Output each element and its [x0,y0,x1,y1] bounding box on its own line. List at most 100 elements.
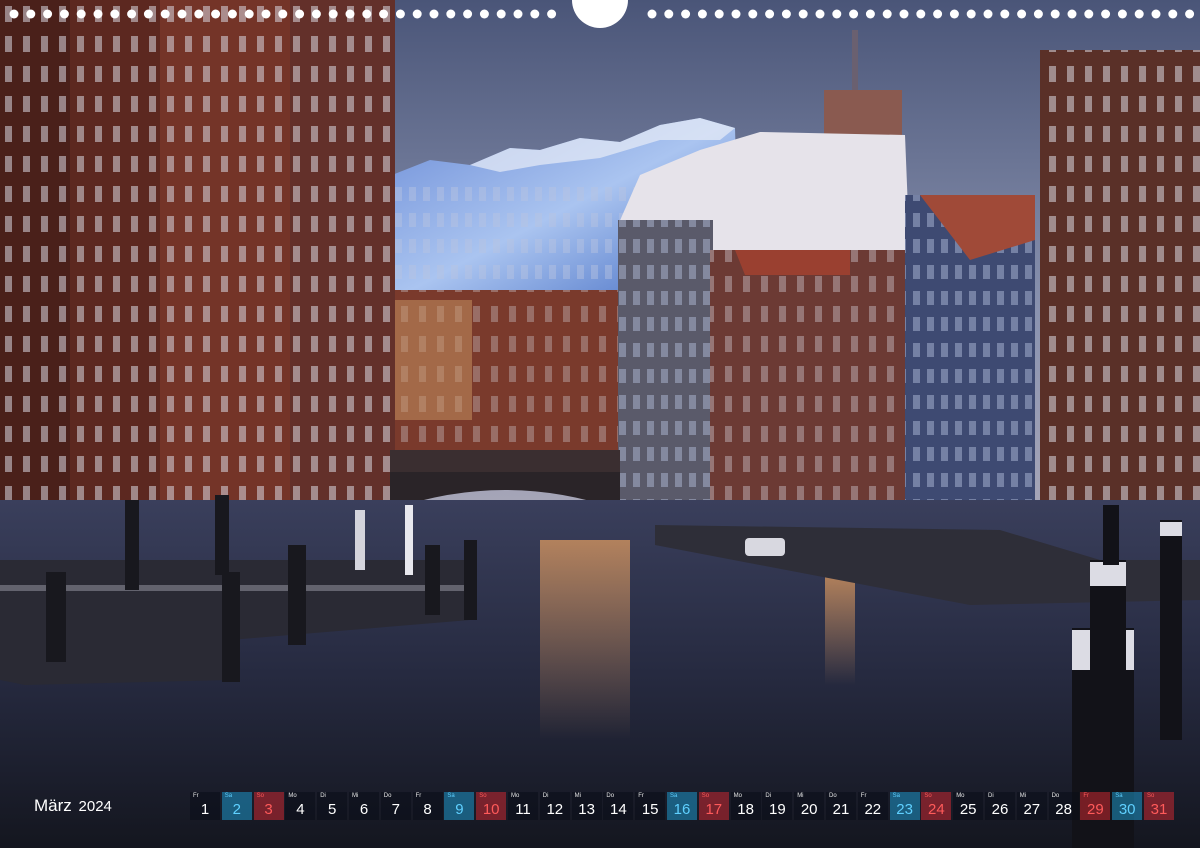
weekday-label: So [256,793,264,799]
day-cell: Fr 8 [412,792,443,820]
binding-hole [530,9,540,19]
binding-hole [295,9,305,19]
binding-hole [127,9,137,19]
day-number: 12 [546,801,564,818]
binding-hole [1084,9,1094,19]
binding-hole [949,9,959,19]
binding-hole [9,9,19,19]
day-number: 18 [737,801,754,818]
day-number: 24 [928,801,945,818]
binding-hole [832,9,842,19]
day-cell: Do 7 [380,792,411,820]
weekday-label: Sa [1115,793,1123,799]
year: 2024 [78,798,112,815]
binding-hole [194,9,204,19]
binding-hole [765,9,775,19]
binding-hole [697,9,707,19]
day-cell: Mi 6 [349,792,379,820]
binding-hole [1017,9,1027,19]
binding-hole [1185,9,1195,19]
day-cell: Sa 23 [889,792,920,820]
binding-hole [429,9,439,19]
binding-hole [966,9,976,19]
weekday-label: Sa [892,793,900,799]
binding-hole [177,9,187,19]
binding-hole [93,9,103,19]
day-number: 2 [232,801,241,818]
binding-hole [160,9,170,19]
day-cell: Di 26 [985,792,1015,820]
weekday-label: Di [320,793,326,799]
binding-hole [1033,9,1043,19]
calendar-strip: März 2024 Fr 1 Sa 2 So 3 Mo 4 Di 5 Mi 6 Do 7 Fr 8 Sa 9 So 1… [0,790,1200,822]
day-number: 23 [896,801,913,818]
day-cell: So 17 [698,792,729,820]
day-number: 13 [578,801,595,818]
day-number: 7 [391,801,400,818]
month-title: März 2024 [34,796,112,816]
binding-hole [1117,9,1127,19]
binding-hole [362,9,372,19]
binding-hole [731,9,741,19]
day-number: 8 [423,801,432,818]
weekday-label: Sa [670,793,678,799]
binding-hole [647,9,657,19]
calendar-page: März 2024 Fr 1 Sa 2 So 3 Mo 4 Di 5 Mi 6 Do 7 Fr 8 Sa 9 So 1… [0,0,1200,848]
day-cell: Sa 16 [667,792,697,820]
day-number: 31 [1150,801,1168,818]
day-cell: Sa 30 [1112,792,1143,820]
weekday-label: Di [542,793,549,799]
day-cell: Do 28 [1048,792,1079,820]
day-number: 25 [959,801,977,818]
weekday-label: Mi [352,793,359,799]
hanger-notch [572,0,628,28]
day-cell: So 3 [253,792,284,820]
binding-hole [211,9,221,19]
day-number: 3 [264,801,273,818]
weekday-label: Sa [224,793,233,799]
day-number: 19 [769,801,786,818]
binding-hole [983,9,993,19]
day-number: 20 [800,801,818,818]
day-cell: So 10 [476,792,507,820]
weekday-label: So [1147,793,1155,799]
binding-hole [1067,9,1077,19]
binding-hole [59,9,69,19]
binding-hole [781,9,791,19]
weekday-label: Fr [638,793,644,799]
binding-hole [1151,9,1161,19]
weekday-label: Mo [288,793,297,799]
weekday-label: So [701,793,710,799]
weekday-label: Fr [415,793,422,799]
canal-cityscape-photo [0,0,1200,848]
binding-hole [1168,9,1178,19]
binding-hole [26,9,36,19]
binding-hole [1000,9,1010,19]
binding-hole [748,9,758,19]
binding-hole [547,9,557,19]
day-cell: Sa 2 [221,792,252,820]
binding-hole [110,9,120,19]
day-number: 27 [1023,801,1041,818]
day-cell: So 24 [921,792,952,820]
day-cell: Mo 18 [730,792,761,820]
day-number: 14 [610,801,627,818]
day-cell: Do 14 [603,792,634,820]
day-number: 6 [359,801,369,818]
day-cell: Mo 25 [953,792,984,820]
weekday-label: Mi [574,793,581,799]
weekday-label: Mi [797,793,804,799]
day-number: 29 [1087,801,1104,818]
binding-hole [1134,9,1144,19]
day-number: 1 [200,801,210,818]
day-cell: Fr 29 [1080,792,1111,820]
binding-hole [463,9,473,19]
binding-hole [261,9,271,19]
weekday-label: Do [606,793,615,799]
day-cell: Sa 9 [444,792,475,820]
binding-hole [664,9,674,19]
binding-hole [345,9,355,19]
binding-hole [513,9,523,19]
binding-hole [76,9,86,19]
day-cell: Mo 11 [508,792,538,820]
